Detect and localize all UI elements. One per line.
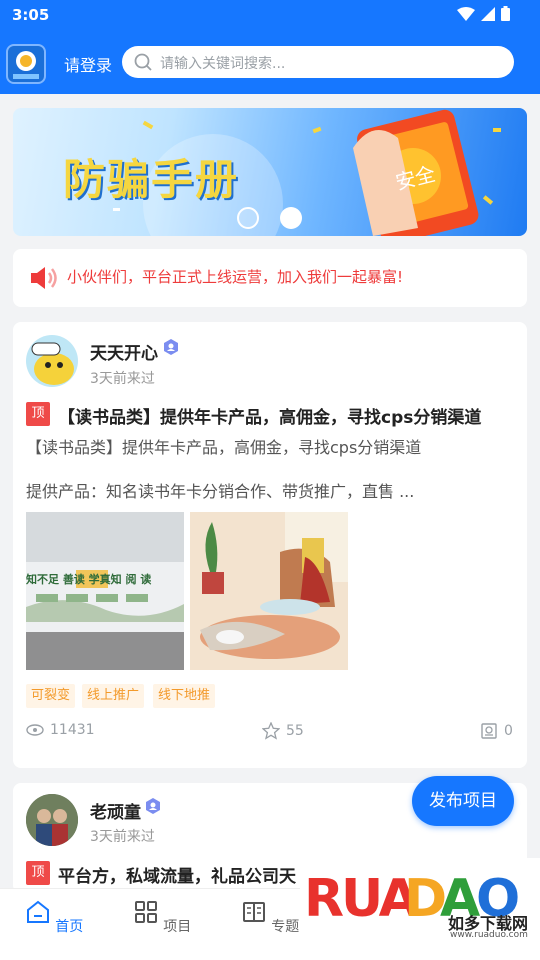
home-icon [26,900,49,923]
signal-icon [481,6,495,21]
last-seen: 3天前来过 [90,829,155,845]
login-link[interactable]: 请登录 [64,52,112,76]
view-count: 11431 [26,722,95,738]
notice-text: 小伙伴们，平台正式上线运营，加入我们一起暴富! [67,268,404,286]
view-count-value: 11431 [50,722,95,738]
post-description: 提供产品：知名读书年卡分销合作、带货推广，直售 ... [26,482,415,501]
search-input[interactable]: 请输入关键词搜索... [160,53,285,73]
avatar[interactable] [26,335,78,387]
eye-icon [26,724,44,736]
post-card[interactable]: 天天开心 3天前来过 顶 【读书品类】提供年卡产品，高佣金，寻找cps分销渠道 … [13,322,527,768]
comment-icon [481,723,497,739]
like-count[interactable]: 55 [262,722,304,740]
watermark-logo: RUA D A O 如多下载网 www.ruaduo.com [300,858,540,960]
username[interactable]: 老顽童 [90,798,141,823]
status-bar: 3:05 [0,0,540,30]
status-time: 3:05 [12,6,50,24]
banner-title: 防骗手册 [63,155,240,204]
post-subtitle: 【读书品类】提供年卡产品，高佣金，寻找cps分销渠道 [26,438,422,457]
post-title[interactable]: 【读书品类】提供年卡产品，高佣金，寻找cps分销渠道 [58,403,481,428]
wifi-icon [457,6,475,21]
tag[interactable]: 线下地推 [153,684,216,708]
svg-text:RUA: RUA [304,869,419,929]
notice-bar[interactable]: 小伙伴们，平台正式上线运营，加入我们一起暴富! [13,249,527,307]
banner-carousel[interactable]: 防骗手册 安全 [13,108,527,236]
battery-icon [501,6,510,21]
tab-projects[interactable]: 项目 [132,899,192,936]
tab-projects-label: 项目 [163,919,192,935]
tag[interactable]: 可裂变 [26,684,76,708]
carousel-dot-1[interactable] [237,207,259,229]
speaker-icon [31,267,57,289]
pinned-badge: 顶 [26,861,50,885]
svg-text:D: D [404,869,445,929]
post-image-1-text: 知不足 善读 学真知 阅 读 [26,573,152,586]
tab-topics[interactable]: 专题 [240,899,300,936]
book-icon [242,902,265,922]
tab-home[interactable]: 首页 [24,899,84,936]
post-image-1[interactable]: 知不足 善读 学真知 阅 读 [26,512,184,670]
verified-badge-icon [146,798,160,814]
grid-icon [134,901,157,923]
tab-home-label: 首页 [55,919,84,935]
header: 请登录 请输入关键词搜索... [0,30,540,94]
username[interactable]: 天天开心 [90,339,158,364]
like-count-value: 55 [286,723,304,739]
comment-count[interactable]: 0 [480,722,513,740]
post-image-2[interactable] [190,512,348,670]
pinned-badge: 顶 [26,402,50,426]
publish-project-button[interactable]: 发布项目 [412,776,514,826]
app-logo[interactable] [6,44,46,84]
verified-badge-icon [164,339,178,355]
last-seen: 3天前来过 [90,371,155,387]
search-icon [134,53,152,71]
tag[interactable]: 线上推广 [82,684,145,708]
status-icons [457,6,510,21]
carousel-dot-2[interactable] [280,207,302,229]
star-icon [262,722,280,740]
search-bar[interactable]: 请输入关键词搜索... [122,46,514,78]
watermark-url: www.ruaduo.com [450,930,528,940]
post-title[interactable]: 平台方，私域流量，礼品公司天 [58,862,296,887]
avatar[interactable] [26,794,78,846]
tab-topics-label: 专题 [271,919,300,935]
comment-count-value: 0 [504,723,513,739]
